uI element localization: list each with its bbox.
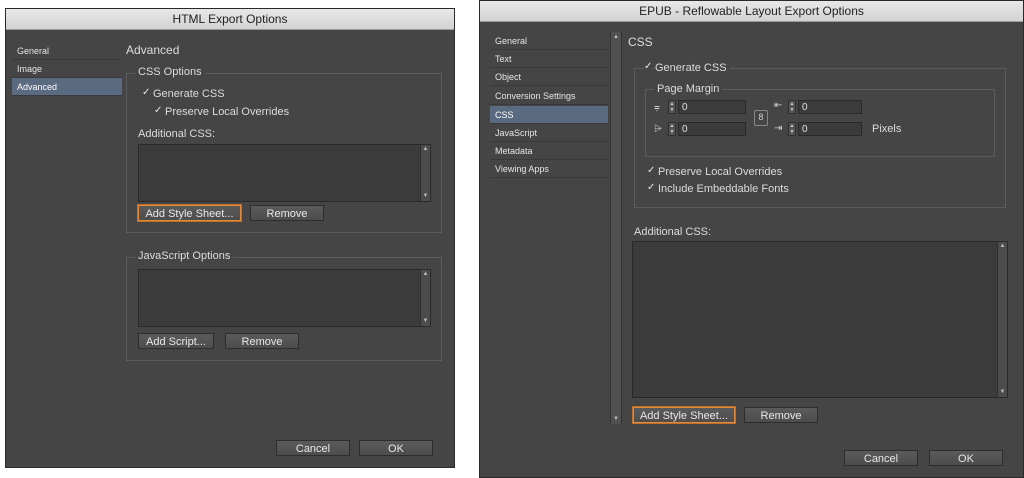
margin-left-stepper[interactable]: ▲ ▼ bbox=[788, 100, 796, 114]
margin-bottom-icon: ⩥ bbox=[654, 124, 662, 135]
group-title: Page Margin bbox=[654, 83, 723, 95]
add-style-sheet-button[interactable]: Add Style Sheet... bbox=[138, 205, 241, 221]
html-export-dialog: HTML Export Options General Image Advanc… bbox=[5, 8, 455, 468]
nav-item-css[interactable]: CSS bbox=[490, 106, 608, 124]
add-script-button[interactable]: Add Script... bbox=[138, 333, 214, 349]
scroll-down-icon[interactable]: ▼ bbox=[611, 416, 621, 422]
additional-css-label: Additional CSS: bbox=[634, 226, 712, 238]
javascript-list[interactable]: ▲ ▼ bbox=[138, 269, 431, 327]
css-options-group: CSS Options ✓ Generate CSS ✓ Preserve Lo… bbox=[126, 66, 442, 233]
category-nav: General Text Object Conversion Settings … bbox=[490, 32, 608, 180]
nav-item-advanced[interactable]: Advanced bbox=[12, 78, 122, 96]
additional-css-list[interactable]: ▲ ▼ bbox=[138, 144, 431, 202]
nav-item-general[interactable]: General bbox=[490, 32, 608, 50]
list-scrollbar[interactable]: ▲ ▼ bbox=[420, 145, 430, 201]
remove-css-button[interactable]: Remove bbox=[744, 407, 818, 423]
generate-css-checkbox[interactable]: ✓ bbox=[644, 62, 652, 72]
ok-button[interactable]: OK bbox=[359, 440, 433, 456]
nav-item-metadata[interactable]: Metadata bbox=[490, 142, 608, 160]
page-margin-group: Page Margin ⩦ ▲ ▼ 0 ⩥ ▲ ▼ 0 8 ⇤ ▲ ▼ 0 ⇥ ▲ ▼ … bbox=[645, 83, 995, 157]
ok-button[interactable]: OK bbox=[929, 450, 1003, 466]
group-title: CSS Options bbox=[135, 66, 205, 78]
nav-item-general[interactable]: General bbox=[12, 42, 122, 60]
scroll-up-icon[interactable]: ▲ bbox=[611, 34, 621, 40]
margin-right-stepper[interactable]: ▲ ▼ bbox=[788, 122, 796, 136]
category-nav: General Image Advanced bbox=[12, 42, 122, 102]
include-fonts-checkbox[interactable]: ✓ bbox=[647, 183, 655, 193]
include-fonts-label: Include Embeddable Fonts bbox=[658, 183, 789, 195]
preserve-overrides-checkbox[interactable]: ✓ bbox=[647, 166, 655, 176]
remove-css-button[interactable]: Remove bbox=[250, 205, 324, 221]
additional-css-list[interactable]: ▲ ▼ bbox=[632, 241, 1008, 398]
margin-left-icon: ⇤ bbox=[774, 100, 783, 111]
nav-item-viewing-apps[interactable]: Viewing Apps bbox=[490, 160, 608, 178]
margin-right-icon: ⇥ bbox=[774, 123, 783, 134]
nav-item-conversion-settings[interactable]: Conversion Settings bbox=[490, 87, 608, 105]
scroll-up-icon[interactable]: ▲ bbox=[421, 270, 430, 279]
cancel-button[interactable]: Cancel bbox=[276, 440, 350, 456]
generate-css-checkbox[interactable]: ✓ bbox=[142, 88, 150, 98]
remove-script-button[interactable]: Remove bbox=[225, 333, 299, 349]
preserve-overrides-label: Preserve Local Overrides bbox=[165, 106, 290, 118]
additional-css-label: Additional CSS: bbox=[138, 128, 216, 140]
nav-item-javascript[interactable]: JavaScript bbox=[490, 124, 608, 142]
section-title: CSS bbox=[628, 35, 653, 49]
dialog-title: EPUB - Reflowable Layout Export Options bbox=[480, 1, 1023, 22]
nav-item-text[interactable]: Text bbox=[490, 50, 608, 68]
list-scrollbar[interactable]: ▲ ▼ bbox=[997, 242, 1007, 397]
preserve-overrides-label: Preserve Local Overrides bbox=[658, 166, 783, 178]
scroll-up-icon[interactable]: ▲ bbox=[998, 242, 1007, 251]
margin-right-input[interactable]: 0 bbox=[798, 122, 862, 136]
list-scrollbar[interactable]: ▲ ▼ bbox=[420, 270, 430, 326]
cancel-button[interactable]: Cancel bbox=[844, 450, 918, 466]
scroll-down-icon[interactable]: ▼ bbox=[421, 192, 430, 201]
generate-css-label: Generate CSS bbox=[655, 62, 730, 74]
units-label: Pixels bbox=[872, 123, 902, 135]
epub-export-dialog: EPUB - Reflowable Layout Export Options … bbox=[479, 0, 1024, 478]
nav-scrollbar[interactable]: ▲ ▼ bbox=[610, 32, 622, 424]
margin-left-input[interactable]: 0 bbox=[798, 100, 862, 114]
scroll-down-icon[interactable]: ▼ bbox=[998, 388, 1007, 397]
css-options-group: ✓ Generate CSS Page Margin ⩦ ▲ ▼ 0 ⩥ ▲ ▼ 0… bbox=[634, 62, 1006, 208]
margin-top-stepper[interactable]: ▲ ▼ bbox=[668, 100, 676, 114]
add-style-sheet-button[interactable]: Add Style Sheet... bbox=[633, 407, 735, 423]
section-title: Advanced bbox=[126, 43, 180, 57]
scroll-down-icon[interactable]: ▼ bbox=[421, 317, 430, 326]
preserve-overrides-checkbox[interactable]: ✓ bbox=[154, 106, 162, 116]
group-title: JavaScript Options bbox=[135, 250, 234, 262]
dialog-title: HTML Export Options bbox=[6, 9, 454, 30]
margin-top-input[interactable]: 0 bbox=[678, 100, 746, 114]
javascript-options-group: JavaScript Options ▲ ▼ Add Script... Rem… bbox=[126, 250, 442, 361]
scroll-up-icon[interactable]: ▲ bbox=[421, 145, 430, 154]
nav-item-image[interactable]: Image bbox=[12, 60, 122, 78]
margin-bottom-input[interactable]: 0 bbox=[678, 122, 746, 136]
margin-top-icon: ⩦ bbox=[654, 102, 660, 113]
link-margins-icon[interactable]: 8 bbox=[754, 110, 768, 126]
generate-css-label: Generate CSS bbox=[153, 88, 225, 100]
margin-bottom-stepper[interactable]: ▲ ▼ bbox=[668, 122, 676, 136]
nav-item-object[interactable]: Object bbox=[490, 68, 608, 86]
